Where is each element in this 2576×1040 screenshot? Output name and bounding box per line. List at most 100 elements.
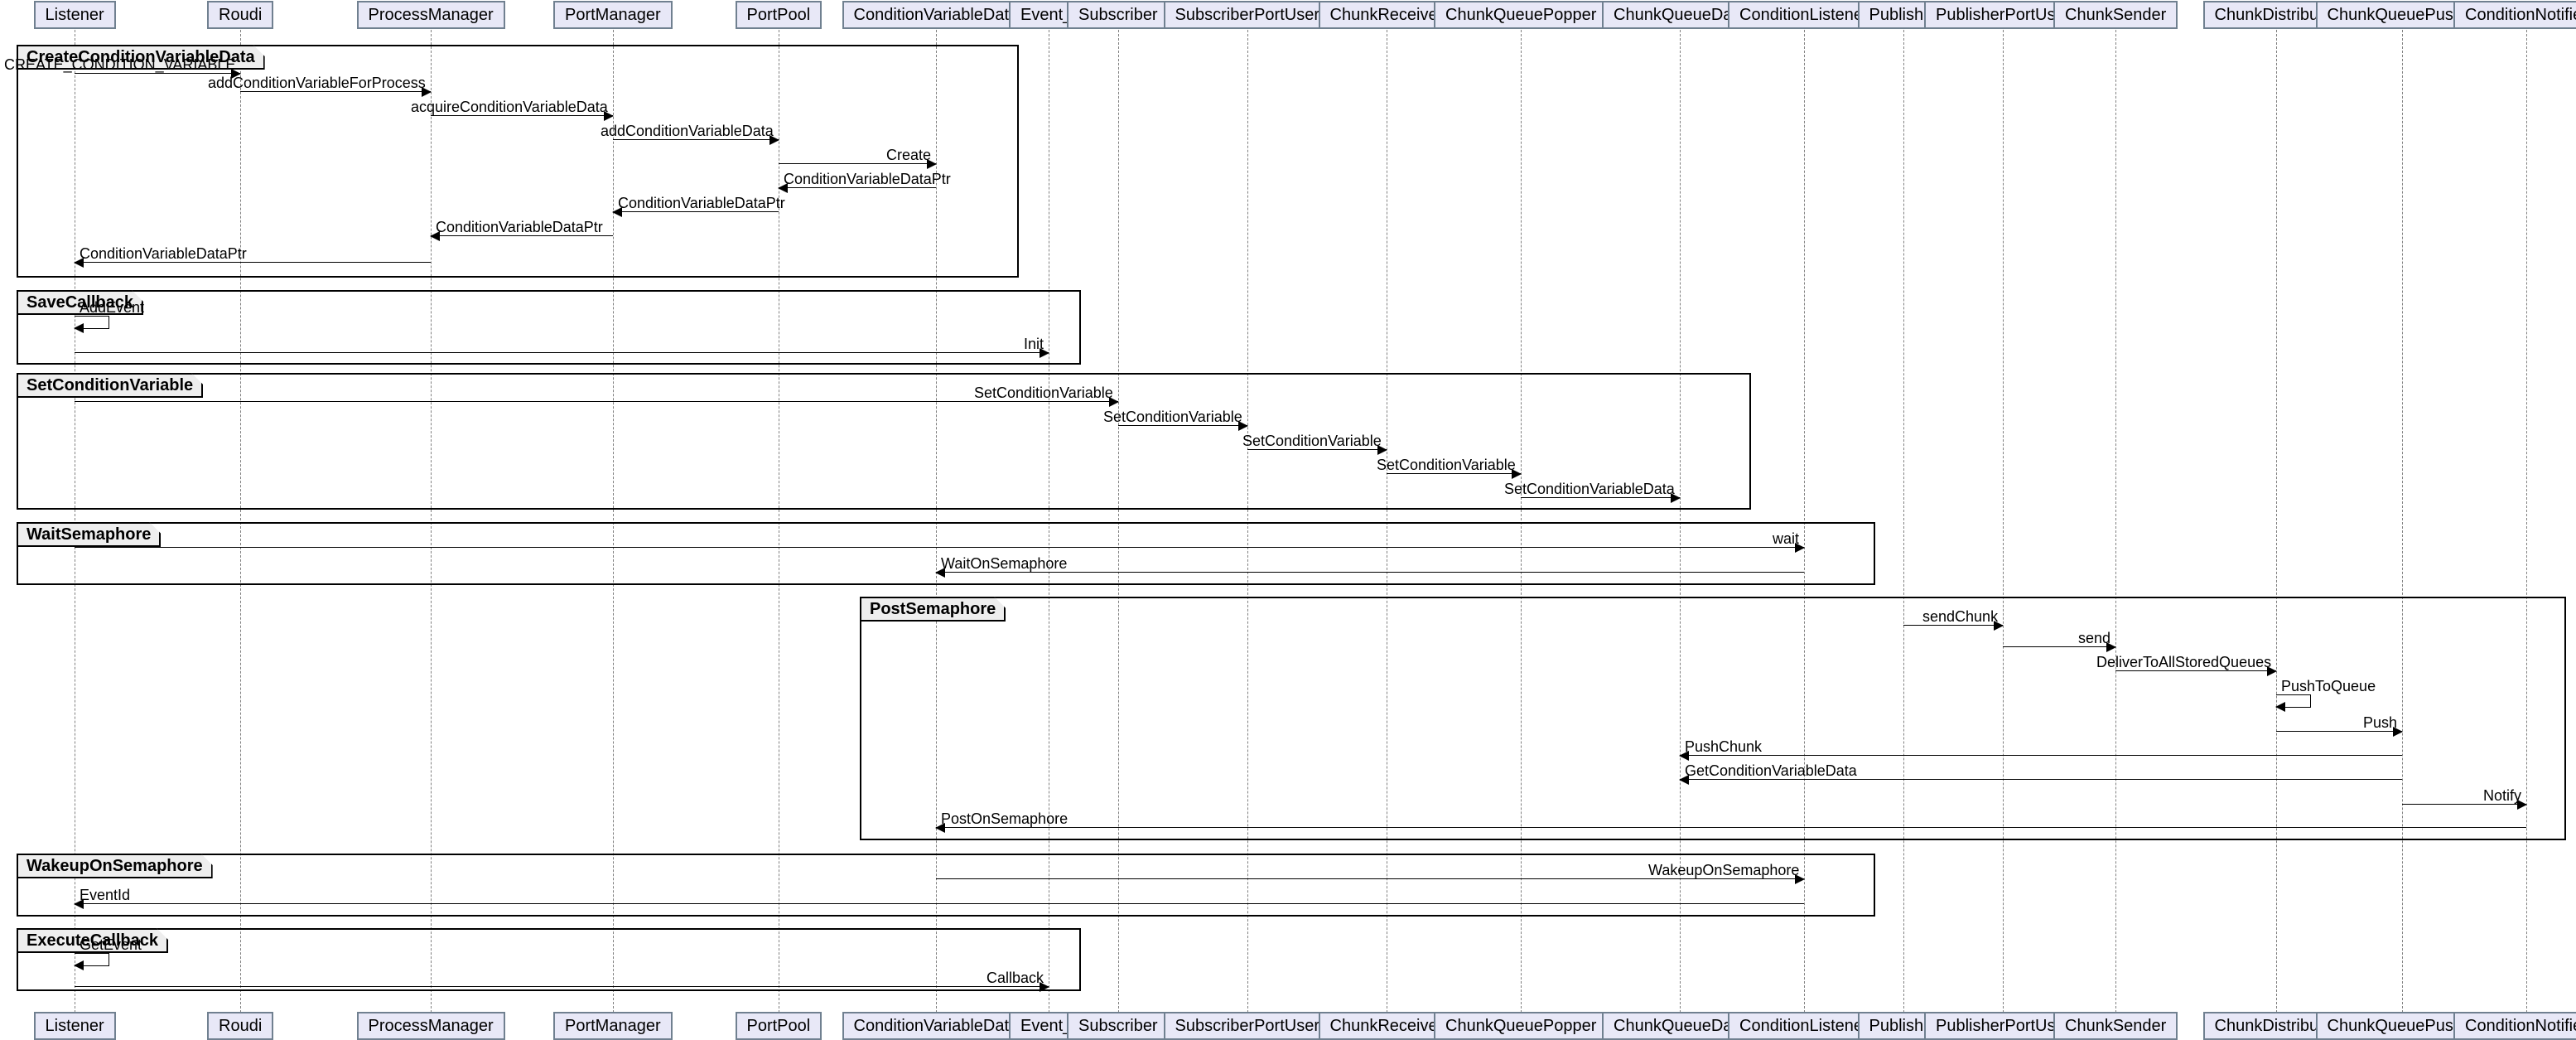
lifeline-PublisherPortUser — [2003, 30, 2004, 1013]
participant-label: ChunkQueueData — [1614, 6, 1746, 24]
message-arrow — [1680, 755, 2402, 756]
message-label: ConditionVariableDataPtr — [784, 172, 951, 186]
participant-PortManager-top: PortManager — [553, 1, 673, 29]
message-arrow — [779, 187, 936, 188]
participant-label: PortPool — [747, 6, 811, 24]
message-label: CREATE_CONDITION_VARIABLE — [4, 57, 235, 72]
participant-label: ChunkQueuePopper — [1445, 1017, 1596, 1035]
message-arrow — [779, 163, 936, 164]
message-arrow — [2115, 670, 2276, 671]
participant-label: Subscriber — [1078, 6, 1158, 24]
group-frame: CreateConditionVariableData — [17, 45, 1019, 278]
lifeline-ConditionNotifier — [2526, 30, 2527, 1013]
message-label: PushChunk — [1685, 739, 1762, 754]
message-label: SetConditionVariable — [974, 385, 1113, 400]
message-arrow — [75, 986, 1049, 987]
selfcall-arrow — [75, 316, 109, 329]
group-frame: SaveCallback — [17, 290, 1081, 365]
message-label: send — [2078, 631, 2110, 646]
message-label: GetConditionVariableData — [1685, 763, 1857, 778]
message-label: AddEvent — [80, 300, 144, 315]
participant-label: PortManager — [565, 6, 661, 24]
lifeline-ChunkQueuePusher — [2402, 30, 2403, 1013]
message-arrow — [1118, 425, 1247, 426]
participant-label: ChunkSender — [2065, 6, 2166, 24]
message-label: addConditionVariableForProcess — [208, 75, 426, 90]
selfcall-arrow — [75, 953, 109, 966]
message-arrow — [75, 73, 240, 74]
message-arrow — [75, 547, 1804, 548]
message-label: SetConditionVariable — [1103, 409, 1242, 424]
message-label: GetEvent — [80, 937, 142, 952]
participant-label: ConditionListener — [1739, 1017, 1869, 1035]
message-label: ConditionVariableDataPtr — [436, 220, 603, 235]
message-label: ConditionVariableDataPtr — [618, 196, 785, 210]
participant-Listener-top: Listener — [34, 1, 116, 29]
message-arrow — [240, 91, 431, 92]
message-label: SetConditionVariable — [1377, 457, 1516, 472]
message-arrow — [2276, 731, 2402, 732]
message-arrow — [2003, 646, 2115, 647]
message-label: WaitOnSemaphore — [941, 556, 1067, 571]
participant-label: Subscriber — [1078, 1017, 1158, 1035]
participant-label: ChunkQueuePopper — [1445, 6, 1596, 24]
participant-label: PublisherPortUser — [1936, 6, 2070, 24]
participant-label: ChunkQueueData — [1614, 1017, 1746, 1035]
participant-label: ChunkReceiver — [1330, 6, 1444, 24]
message-arrow — [75, 903, 1804, 904]
lifeline-ChunkSender — [2115, 30, 2116, 1013]
participant-label: PortPool — [747, 1017, 811, 1035]
group-title-text: WakeupOnSemaphore — [27, 857, 203, 875]
message-label: Notify — [2483, 788, 2521, 803]
group-frame: WakeupOnSemaphore — [17, 854, 1875, 917]
participant-label: Roudi — [219, 6, 262, 24]
participant-label: ChunkSender — [2065, 1017, 2166, 1035]
message-label: SetConditionVariableData — [1504, 481, 1675, 496]
message-label: Init — [1024, 336, 1044, 351]
group-title: SetConditionVariable — [17, 373, 203, 398]
message-label: EventId — [80, 888, 130, 902]
participant-ProcessManager-top: ProcessManager — [357, 1, 505, 29]
participant-SubscriberPortUser-top: SubscriberPortUser — [1164, 1, 1332, 29]
group-title: WaitSemaphore — [17, 522, 161, 547]
message-arrow — [613, 211, 779, 212]
participant-label: PublisherPortUser — [1936, 1017, 2070, 1035]
participant-Roudi-top: Roudi — [207, 1, 273, 29]
selfcall-arrow — [2276, 694, 2311, 708]
participant-label: ProcessManager — [369, 1017, 494, 1035]
message-arrow — [75, 352, 1049, 353]
group-title-text: WaitSemaphore — [27, 525, 151, 544]
participant-label: ConditionNotifier — [2465, 1017, 2576, 1035]
group-title-text: PostSemaphore — [870, 600, 996, 618]
participant-label: Listener — [46, 1017, 104, 1035]
participant-label: SubscriberPortUser — [1175, 1017, 1320, 1035]
message-arrow — [75, 262, 431, 263]
participant-label: ConditionVariableData — [854, 1017, 1019, 1035]
message-label: Callback — [987, 970, 1044, 985]
participant-ChunkQueuePopper-top: ChunkQueuePopper — [1434, 1, 1608, 29]
message-arrow — [75, 401, 1118, 402]
participant-label: ConditionVariableData — [854, 6, 1019, 24]
participant-label: ConditionNotifier — [2465, 6, 2576, 24]
group-title: WakeupOnSemaphore — [17, 854, 213, 878]
group-frame: SetConditionVariable — [17, 373, 1751, 510]
message-label: ConditionVariableDataPtr — [80, 246, 247, 261]
message-arrow — [1387, 473, 1521, 474]
message-label: acquireConditionVariableData — [411, 99, 608, 114]
message-label: Create — [886, 148, 931, 162]
participant-label: SubscriberPortUser — [1175, 6, 1320, 24]
participant-ConditionVariableData-top: ConditionVariableData — [842, 1, 1030, 29]
group-title: PostSemaphore — [860, 597, 1006, 622]
group-frame: PostSemaphore — [860, 597, 2566, 840]
message-arrow — [936, 878, 1804, 879]
participant-label: Listener — [46, 6, 104, 24]
participant-ConditionNotifier-top: ConditionNotifier — [2453, 1, 2576, 29]
message-arrow — [1680, 779, 2402, 780]
message-arrow — [936, 572, 1804, 573]
message-label: DeliverToAllStoredQueues — [2096, 655, 2271, 670]
message-arrow — [2402, 804, 2526, 805]
message-label: sendChunk — [1922, 609, 1998, 624]
participant-Subscriber-top: Subscriber — [1067, 1, 1170, 29]
participant-ChunkSender-top: ChunkSender — [2053, 1, 2178, 29]
participant-label: PortManager — [565, 1017, 661, 1035]
